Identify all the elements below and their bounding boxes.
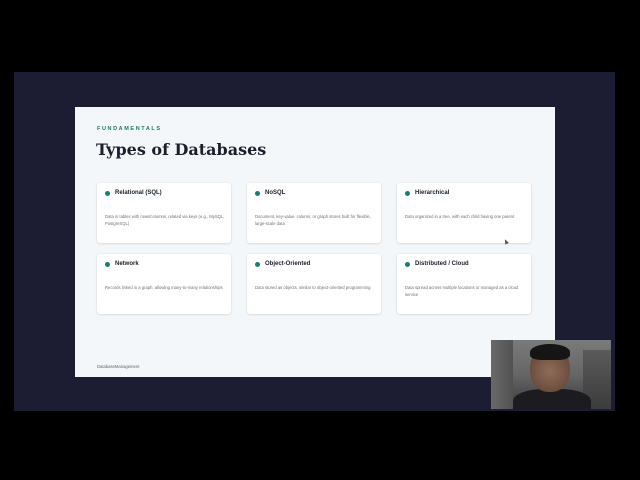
card-title: NoSQL bbox=[265, 189, 286, 196]
card-title: Distributed / Cloud bbox=[415, 260, 469, 267]
card-title: Object-Oriented bbox=[265, 260, 311, 267]
card-title: Network bbox=[115, 260, 139, 267]
card-nosql: NoSQL Document, key-value, column, or gr… bbox=[247, 183, 381, 243]
card-hierarchical: Hierarchical Data organized in a tree, w… bbox=[397, 183, 531, 243]
bullet-dot-icon bbox=[255, 191, 260, 196]
bullet-dot-icon bbox=[405, 191, 410, 196]
card-object-oriented: Object-Oriented Data stored as objects, … bbox=[247, 254, 381, 314]
card-description: Document, key-value, column, or graph st… bbox=[255, 214, 371, 226]
bullet-dot-icon bbox=[105, 191, 110, 196]
presentation-slide: FUNDAMENTALS Types of Databases Relation… bbox=[75, 107, 555, 377]
card-title: Hierarchical bbox=[415, 189, 450, 196]
slide-footer: DatabaseManagement bbox=[97, 364, 140, 369]
presenter-webcam bbox=[491, 340, 611, 409]
presenter-hair bbox=[530, 344, 570, 360]
bullet-dot-icon bbox=[105, 262, 110, 267]
slide-eyebrow: FUNDAMENTALS bbox=[97, 126, 162, 132]
bullet-dot-icon bbox=[405, 262, 410, 267]
slide-title: Types of Databases bbox=[96, 140, 267, 159]
card-description: Records linked in a graph, allowing many… bbox=[105, 285, 223, 290]
card-distributed-cloud: Distributed / Cloud Data spread across m… bbox=[397, 254, 531, 314]
card-description: Data in tables with rows/columns, relate… bbox=[105, 214, 225, 226]
background-door bbox=[491, 340, 513, 409]
card-relational: Relational (SQL) Data in tables with row… bbox=[97, 183, 231, 243]
card-description: Data spread across multiple locations or… bbox=[405, 285, 519, 297]
card-title: Relational (SQL) bbox=[115, 189, 162, 196]
presenter-body bbox=[513, 389, 591, 409]
card-network: Network Records linked in a graph, allow… bbox=[97, 254, 231, 314]
card-description: Data organized in a tree, with each chil… bbox=[405, 214, 515, 219]
card-description: Data stored as objects, similar to objec… bbox=[255, 285, 371, 290]
bullet-dot-icon bbox=[255, 262, 260, 267]
